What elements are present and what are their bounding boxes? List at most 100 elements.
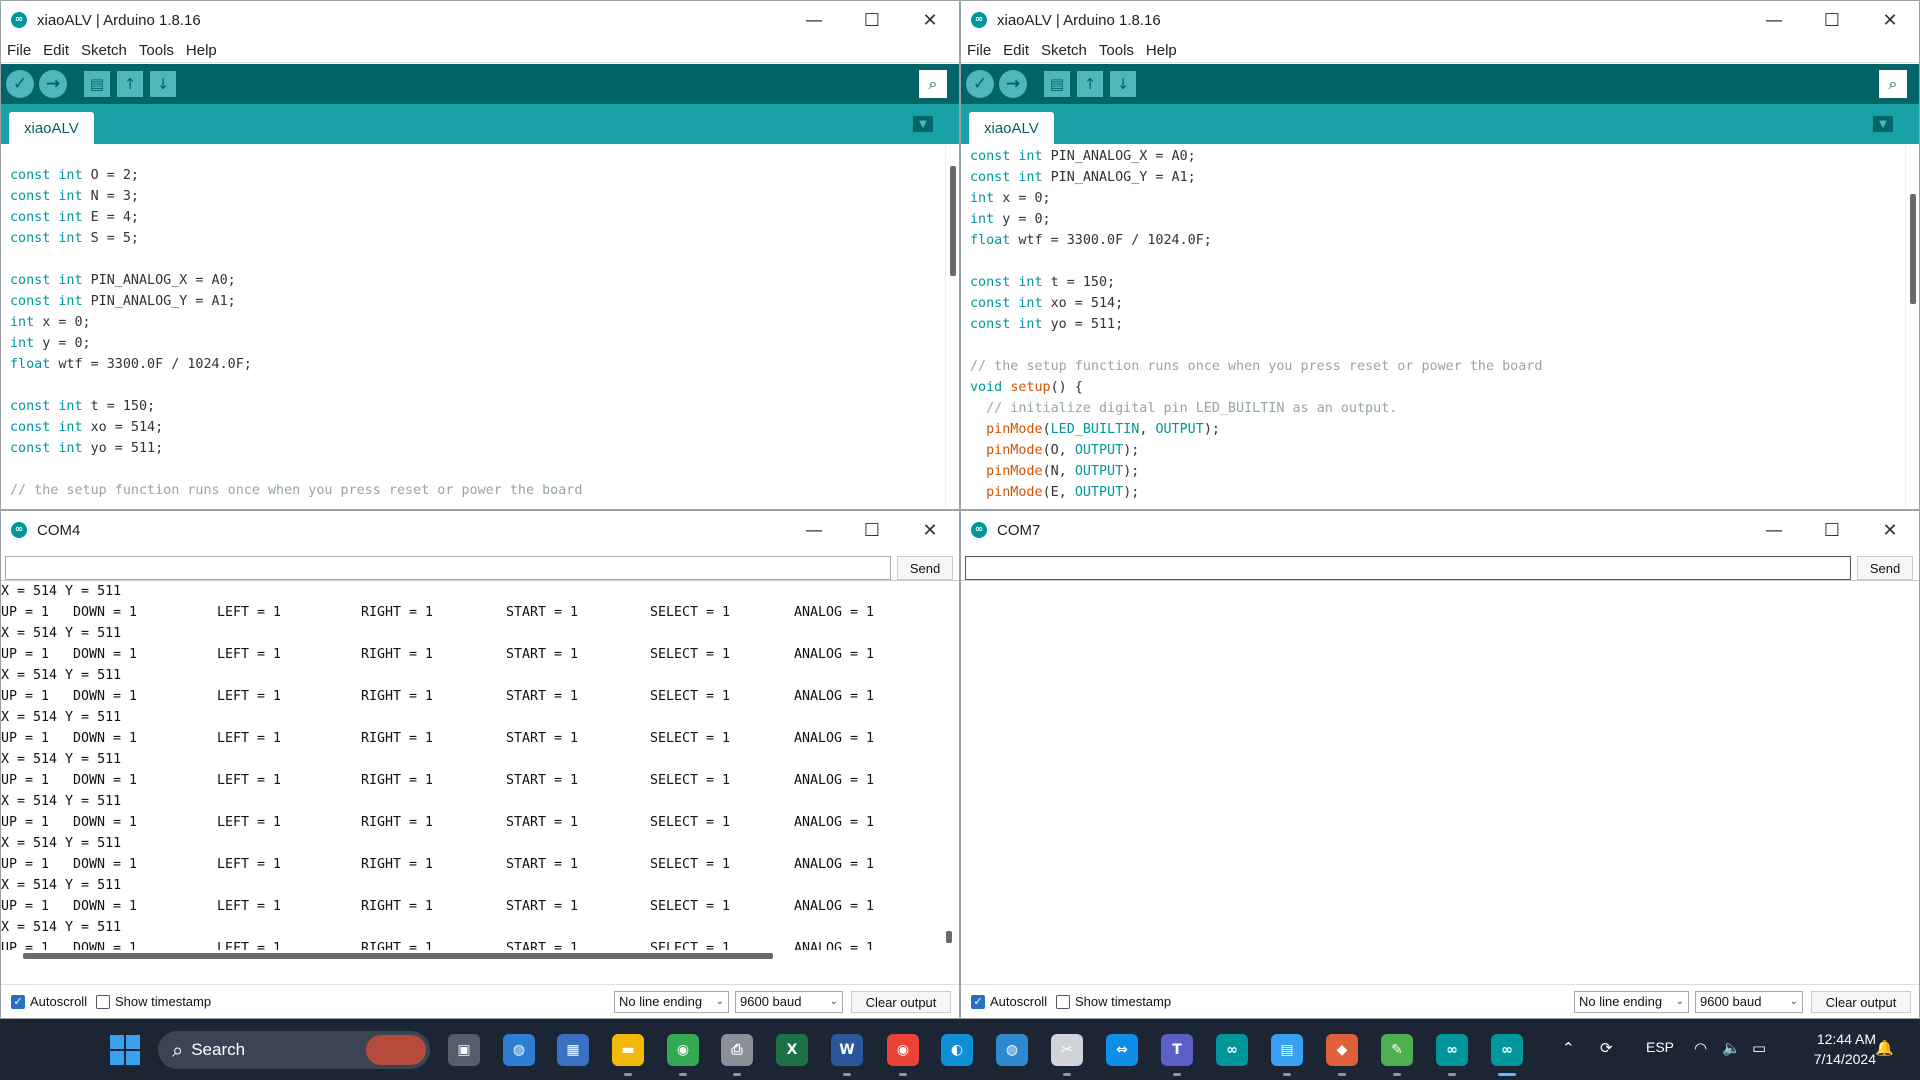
code-line[interactable]: const int yo = 511; [970,314,1905,335]
code-line[interactable]: float wtf = 3300.0F / 1024.0F; [970,230,1905,251]
menu-help[interactable]: Help [186,42,217,59]
verify-check-icon[interactable]: ✓ [966,70,994,98]
upload-arrow-icon[interactable]: → [39,70,67,98]
baud-select[interactable]: 9600 baud ⌄ [1695,991,1803,1013]
verify-check-icon[interactable]: ✓ [6,70,34,98]
menu-tools[interactable]: Tools [139,42,174,59]
close-button[interactable]: ✕ [901,1,959,39]
clear-output-button[interactable]: Clear output [1811,991,1911,1013]
excel-icon[interactable]: X [776,1034,808,1066]
map-globe-icon[interactable]: ◍ [996,1034,1028,1066]
taskbar-search[interactable]: ⌕ Search [158,1031,430,1069]
tab-menu-chevron-icon[interactable]: ▼ [1873,116,1893,132]
code-line[interactable]: int y = 0; [10,333,945,354]
maximize-button[interactable]: ☐ [1803,511,1861,549]
clock[interactable]: 12:44 AM 7/14/2024 [1814,1029,1876,1069]
menu-file[interactable]: File [967,42,991,59]
code-line[interactable]: // initialize digital pin LED_BUILTIN as… [970,398,1905,419]
save-icon[interactable]: ↓ [1110,71,1136,97]
battery-icon[interactable]: ▭ [1752,1039,1766,1057]
code-line[interactable]: float wtf = 3300.0F / 1024.0F; [10,354,945,375]
maximize-button[interactable]: ☐ [843,1,901,39]
tab-menu-chevron-icon[interactable]: ▼ [913,116,933,132]
serial-output[interactable] [961,581,1919,950]
code-editor[interactable]: const int PIN_ANALOG_X = A0; const int PI… [961,146,1905,509]
tray-overflow-chevron-icon[interactable]: ⌃ [1562,1039,1575,1057]
paint-icon[interactable]: ✎ [1381,1034,1413,1066]
file-explorer-icon[interactable]: ▬ [612,1034,644,1066]
minimize-button[interactable]: — [1745,511,1803,549]
code-line[interactable]: const int PIN_ANALOG_Y = A1; [970,167,1905,188]
serial-output[interactable]: X = 514 Y = 511 UP = 1 DOWN = 1 LEFT = 1 RIG… [1,581,949,950]
serial-monitor-icon[interactable]: ⌕ [1879,70,1907,98]
menu-sketch[interactable]: Sketch [81,42,127,59]
upload-arrow-icon[interactable]: → [999,70,1027,98]
new-file-icon[interactable]: ▤ [84,71,110,97]
code-line[interactable]: const int xo = 514; [970,293,1905,314]
windows-start-icon[interactable] [110,1035,140,1065]
code-line[interactable]: int y = 0; [970,209,1905,230]
output-scrollbar-thumb[interactable] [946,931,952,943]
menu-help[interactable]: Help [1146,42,1177,59]
open-icon[interactable]: ↑ [117,71,143,97]
code-line[interactable]: pinMode(O, OUTPUT); [970,440,1905,461]
edge-icon[interactable]: ◐ [941,1034,973,1066]
close-button[interactable]: ✕ [1861,511,1919,549]
sync-icon[interactable]: ⟳ [1600,1039,1613,1057]
code-line[interactable]: int x = 0; [970,188,1905,209]
tab-xiaoalv[interactable]: xiaoALV [969,112,1054,144]
minimize-button[interactable]: — [785,1,843,39]
autoscroll-checkbox[interactable]: ✓ [11,995,25,1009]
send-button[interactable]: Send [897,556,953,580]
hscrollbar-thumb[interactable] [23,953,773,959]
line-ending-select[interactable]: No line ending ⌄ [1574,991,1689,1013]
clear-output-button[interactable]: Clear output [851,991,951,1013]
arduino-ide-icon[interactable]: ∞ [1436,1034,1468,1066]
wifi-icon[interactable]: ◠ [1694,1039,1707,1057]
save-icon[interactable]: ↓ [150,71,176,97]
volume-icon[interactable]: 🔈 [1722,1039,1741,1057]
printer-icon[interactable]: ⎙ [721,1034,753,1066]
editor-scrollbar[interactable] [945,144,959,509]
output-hscrollbar[interactable] [1,950,959,962]
menu-edit[interactable]: Edit [1003,42,1029,59]
minimize-button[interactable]: — [1745,1,1803,39]
code-line[interactable]: pinMode(LED_BUILTIN, OUTPUT); [970,419,1905,440]
scrollbar-thumb[interactable] [950,166,956,276]
autoscroll-checkbox[interactable]: ✓ [971,995,985,1009]
tab-xiaoalv[interactable]: xiaoALV [9,112,94,144]
close-button[interactable]: ✕ [901,511,959,549]
word-icon[interactable]: W [831,1034,863,1066]
code-line[interactable] [970,251,1905,272]
menu-edit[interactable]: Edit [43,42,69,59]
code-line[interactable]: const int E = 4; [10,207,945,228]
maximize-button[interactable]: ☐ [1803,1,1861,39]
code-line[interactable]: const int t = 150; [10,396,945,417]
notepad-icon[interactable]: ▤ [1271,1034,1303,1066]
code-line[interactable]: pinMode(N, OUTPUT); [970,461,1905,482]
serial-input[interactable] [5,556,891,580]
arduino-icon[interactable]: ∞ [1216,1034,1248,1066]
code-editor[interactable]: const int O = 2; const int N = 3; const in… [1,144,945,509]
code-line[interactable]: const int N = 3; [10,186,945,207]
teams-icon[interactable]: T [1161,1034,1193,1066]
menu-tools[interactable]: Tools [1099,42,1134,59]
snipping-tool-icon[interactable]: ✂ [1051,1034,1083,1066]
baud-select[interactable]: 9600 baud ⌄ [735,991,843,1013]
input-language[interactable]: ESP [1646,1039,1674,1055]
menu-sketch[interactable]: Sketch [1041,42,1087,59]
code-line[interactable]: // the setup function runs once when you… [970,356,1905,377]
code-line[interactable] [970,335,1905,356]
new-file-icon[interactable]: ▤ [1044,71,1070,97]
send-button[interactable]: Send [1857,556,1913,580]
code-line[interactable] [10,375,945,396]
editor-scrollbar[interactable] [1905,144,1919,509]
code-line[interactable]: const int S = 5; [10,228,945,249]
arduino-active-icon[interactable]: ∞ [1491,1034,1523,1066]
scrollbar-thumb[interactable] [1910,194,1916,304]
code-line[interactable] [10,459,945,480]
code-line[interactable]: const int O = 2; [10,165,945,186]
code-line[interactable] [10,144,945,165]
task-view-icon[interactable]: ▣ [448,1034,480,1066]
minimize-button[interactable]: — [785,511,843,549]
